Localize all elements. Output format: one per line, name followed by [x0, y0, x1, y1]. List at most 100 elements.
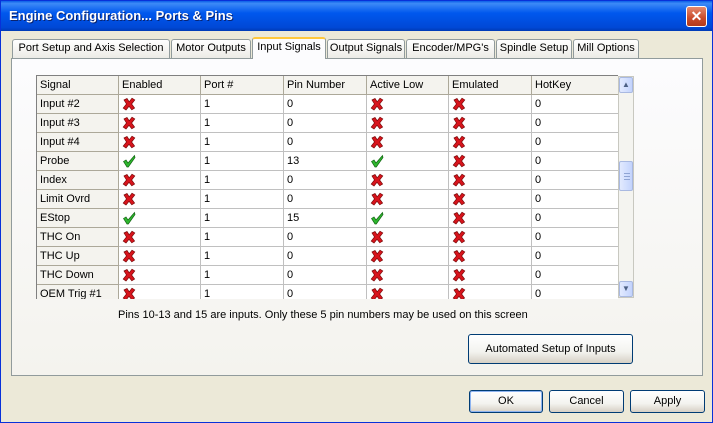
tab-mill-options[interactable]: Mill Options — [573, 39, 639, 58]
cell-hotkey[interactable]: 0 — [532, 114, 618, 133]
cell-signal[interactable]: THC Up — [37, 247, 119, 266]
cell-enabled[interactable] — [119, 114, 201, 133]
cell-enabled[interactable] — [119, 209, 201, 228]
cell-pin-number[interactable]: 15 — [284, 209, 367, 228]
col-header-pin-number[interactable]: Pin Number — [284, 76, 367, 95]
cell-port[interactable]: 1 — [201, 228, 284, 247]
cell-active-low[interactable] — [367, 285, 449, 299]
cell-port[interactable]: 1 — [201, 133, 284, 152]
cell-enabled[interactable] — [119, 266, 201, 285]
cell-active-low[interactable] — [367, 171, 449, 190]
tab-motor-outputs[interactable]: Motor Outputs — [171, 39, 251, 58]
cell-port[interactable]: 1 — [201, 285, 284, 299]
cell-pin-number[interactable]: 0 — [284, 228, 367, 247]
tab-output-signals[interactable]: Output Signals — [327, 39, 405, 58]
cell-signal[interactable]: Input #2 — [37, 95, 119, 114]
cell-active-low[interactable] — [367, 114, 449, 133]
cell-hotkey[interactable]: 0 — [532, 171, 618, 190]
tab-spindle-setup[interactable]: Spindle Setup — [496, 39, 572, 58]
cell-port[interactable]: 1 — [201, 247, 284, 266]
cell-emulated[interactable] — [449, 171, 532, 190]
col-header-enabled[interactable]: Enabled — [119, 76, 201, 95]
cell-signal[interactable]: Input #4 — [37, 133, 119, 152]
cell-emulated[interactable] — [449, 95, 532, 114]
cell-enabled[interactable] — [119, 95, 201, 114]
cell-active-low[interactable] — [367, 152, 449, 171]
cell-emulated[interactable] — [449, 133, 532, 152]
cell-signal[interactable]: Index — [37, 171, 119, 190]
scroll-down-button[interactable]: ▼ — [619, 281, 633, 297]
cell-signal[interactable]: Probe — [37, 152, 119, 171]
title-bar[interactable]: Engine Configuration... Ports & Pins ✕ — [1, 1, 712, 31]
table-row[interactable]: OEM Trig #1 1 0 0 — [37, 285, 618, 299]
cell-active-low[interactable] — [367, 266, 449, 285]
cell-emulated[interactable] — [449, 266, 532, 285]
cell-enabled[interactable] — [119, 190, 201, 209]
input-signals-grid[interactable]: Signal Enabled Port # Pin Number Active … — [36, 75, 618, 299]
col-header-active-low[interactable]: Active Low — [367, 76, 449, 95]
cell-active-low[interactable] — [367, 190, 449, 209]
cell-pin-number[interactable]: 0 — [284, 95, 367, 114]
table-row[interactable]: Limit Ovrd 1 0 0 — [37, 190, 618, 209]
cell-emulated[interactable] — [449, 190, 532, 209]
grid-vertical-scrollbar[interactable]: ▲ ▼ — [618, 76, 634, 298]
table-row[interactable]: Probe 1 13 0 — [37, 152, 618, 171]
cell-port[interactable]: 1 — [201, 152, 284, 171]
cell-hotkey[interactable]: 0 — [532, 247, 618, 266]
col-header-emulated[interactable]: Emulated — [449, 76, 532, 95]
cell-pin-number[interactable]: 0 — [284, 171, 367, 190]
tab-port-setup[interactable]: Port Setup and Axis Selection — [12, 39, 170, 58]
table-row[interactable]: Input #4 1 0 0 — [37, 133, 618, 152]
col-header-port[interactable]: Port # — [201, 76, 284, 95]
cell-emulated[interactable] — [449, 209, 532, 228]
cell-pin-number[interactable]: 0 — [284, 285, 367, 299]
cell-hotkey[interactable]: 0 — [532, 152, 618, 171]
tab-input-signals[interactable]: Input Signals — [252, 37, 326, 59]
cell-hotkey[interactable]: 0 — [532, 266, 618, 285]
scroll-up-button[interactable]: ▲ — [619, 77, 633, 93]
cell-pin-number[interactable]: 0 — [284, 133, 367, 152]
ok-button[interactable]: OK — [469, 390, 543, 413]
table-row[interactable]: THC On 1 0 0 — [37, 228, 618, 247]
cell-port[interactable]: 1 — [201, 190, 284, 209]
cell-enabled[interactable] — [119, 285, 201, 299]
cell-port[interactable]: 1 — [201, 114, 284, 133]
apply-button[interactable]: Apply — [630, 390, 705, 413]
cell-active-low[interactable] — [367, 133, 449, 152]
tab-encoder-mpg[interactable]: Encoder/MPG's — [406, 39, 495, 58]
table-row[interactable]: THC Down 1 0 0 — [37, 266, 618, 285]
cell-emulated[interactable] — [449, 247, 532, 266]
cell-enabled[interactable] — [119, 228, 201, 247]
table-row[interactable]: Input #2 1 0 0 — [37, 95, 618, 114]
cell-enabled[interactable] — [119, 247, 201, 266]
cell-hotkey[interactable]: 0 — [532, 133, 618, 152]
cell-pin-number[interactable]: 0 — [284, 247, 367, 266]
cell-signal[interactable]: Input #3 — [37, 114, 119, 133]
cell-hotkey[interactable]: 0 — [532, 209, 618, 228]
cell-enabled[interactable] — [119, 152, 201, 171]
cancel-button[interactable]: Cancel — [549, 390, 624, 413]
table-row[interactable]: THC Up 1 0 0 — [37, 247, 618, 266]
cell-enabled[interactable] — [119, 171, 201, 190]
cell-signal[interactable]: Limit Ovrd — [37, 190, 119, 209]
cell-active-low[interactable] — [367, 209, 449, 228]
cell-port[interactable]: 1 — [201, 209, 284, 228]
cell-signal[interactable]: EStop — [37, 209, 119, 228]
cell-pin-number[interactable]: 13 — [284, 152, 367, 171]
cell-pin-number[interactable]: 0 — [284, 266, 367, 285]
cell-hotkey[interactable]: 0 — [532, 95, 618, 114]
cell-pin-number[interactable]: 0 — [284, 190, 367, 209]
cell-hotkey[interactable]: 0 — [532, 190, 618, 209]
cell-hotkey[interactable]: 0 — [532, 285, 618, 299]
cell-emulated[interactable] — [449, 285, 532, 299]
table-row[interactable]: Index 1 0 0 — [37, 171, 618, 190]
cell-active-low[interactable] — [367, 95, 449, 114]
cell-pin-number[interactable]: 0 — [284, 114, 367, 133]
cell-active-low[interactable] — [367, 228, 449, 247]
cell-port[interactable]: 1 — [201, 171, 284, 190]
cell-emulated[interactable] — [449, 152, 532, 171]
scroll-thumb[interactable] — [619, 161, 633, 191]
cell-port[interactable]: 1 — [201, 266, 284, 285]
col-header-hotkey[interactable]: HotKey — [532, 76, 618, 95]
cell-port[interactable]: 1 — [201, 95, 284, 114]
